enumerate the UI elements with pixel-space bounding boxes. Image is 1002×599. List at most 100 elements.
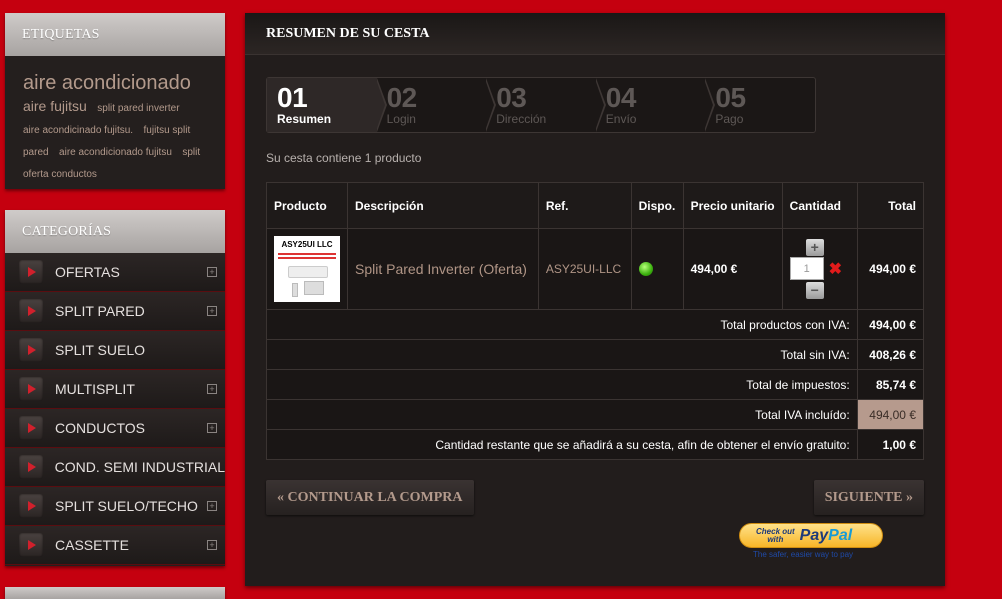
step-arrow-icon <box>375 78 387 132</box>
availability-cell <box>630 228 684 310</box>
product-image[interactable]: ASY25UI LLC <box>274 236 340 302</box>
step-number: 02 <box>386 82 418 113</box>
next-step-button[interactable]: SIGUIENTE » <box>813 480 924 515</box>
quantity-input[interactable] <box>789 257 824 280</box>
paypal-logo-pal: Pal <box>828 526 853 544</box>
paypal-logo-pay: Pay <box>799 526 829 544</box>
expand-plus-icon[interactable]: + <box>207 501 217 511</box>
step-label: Login <box>386 112 416 126</box>
cart-count-text: Su cesta contiene 1 producto <box>266 151 422 165</box>
totals-value: 408,26 € <box>856 339 925 370</box>
play-bullet-icon <box>19 338 43 362</box>
grand-total-value: 494,00 € <box>856 399 925 430</box>
continue-shopping-button[interactable]: « CONTINUAR LA COMPRA <box>266 480 474 515</box>
category-label: OFERTAS <box>55 264 120 280</box>
category-item-split-pared[interactable]: SPLIT PARED + <box>5 292 225 331</box>
step-pago[interactable]: 05 Pago <box>705 78 815 132</box>
category-item-cassette[interactable]: CASSETTE + <box>5 526 225 565</box>
tag-link[interactable]: split pared inverter <box>97 103 179 114</box>
paypal-check-text: Check out with <box>756 527 795 544</box>
play-bullet-icon <box>19 260 43 284</box>
col-header-ref: Ref. <box>537 182 632 229</box>
col-header-unit-price: Precio unitario <box>682 182 783 229</box>
step-label: Pago <box>715 112 744 126</box>
category-label: SPLIT SUELO <box>55 342 146 358</box>
expand-plus-icon[interactable]: + <box>207 306 217 316</box>
product-description-link[interactable]: Split Pared Inverter (Oferta) <box>347 228 539 310</box>
step-label: Dirección <box>496 112 547 126</box>
step-number: 01 <box>277 82 308 113</box>
category-item-conductos[interactable]: CONDUCTOS + <box>5 409 225 448</box>
play-bullet-icon <box>19 416 43 440</box>
category-label: CONDUCTOS <box>55 420 145 436</box>
categories-title: CATEGORÍAS <box>5 210 225 253</box>
tags-title: ETIQUETAS <box>5 13 225 56</box>
remote-icon <box>292 283 298 297</box>
quantity-decrease-button[interactable]: − <box>805 282 824 299</box>
play-bullet-icon <box>19 455 43 479</box>
category-label: MULTISPLIT <box>55 381 135 397</box>
available-status-icon <box>638 262 653 276</box>
checkout-steps: 01 Resumen 02 Login 03 Dirección 04 Enví… <box>266 77 816 133</box>
col-header-availability: Dispo. <box>630 182 684 229</box>
totals-label: Cantidad restante que se añadirá a su ce… <box>266 429 858 460</box>
tags-block: ETIQUETAS aire acondicionado aire fujits… <box>5 13 225 189</box>
col-header-quantity: Cantidad <box>781 182 858 229</box>
category-list: OFERTAS + SPLIT PARED + SPLIT SUELO MULT… <box>5 253 225 565</box>
product-image-caption: ASY25UI LLC <box>281 240 333 249</box>
tag-link[interactable]: aire acondicinado fujitsu. <box>23 125 133 136</box>
category-label: COND. SEMI INDUSTRIAL <box>54 459 225 475</box>
step-envio[interactable]: 04 Envío <box>596 78 716 132</box>
quantity-increase-button[interactable]: + <box>805 239 824 256</box>
totals-label: Total productos con IVA: <box>266 309 858 340</box>
expand-plus-icon[interactable]: + <box>207 423 217 433</box>
totals-row: Total productos con IVA: 494,00 € <box>266 309 925 340</box>
category-item-split-suelo-techo[interactable]: SPLIT SUELO/TECHO + <box>5 487 225 526</box>
paypal-checkout-button[interactable]: Check out with PayPal <box>739 523 883 548</box>
paypal-tagline: The safer, easier way to pay <box>753 550 854 559</box>
line-total: 494,00 € <box>856 228 925 310</box>
play-bullet-icon <box>19 299 43 323</box>
table-header-row: Producto Descripción Ref. Dispo. Precio … <box>266 182 925 229</box>
category-label: CASSETTE <box>55 537 129 553</box>
ac-unit-icon <box>288 266 328 278</box>
totals-label: Total de impuestos: <box>266 369 858 400</box>
tag-link[interactable]: aire acondicionado fujitsu <box>59 147 172 158</box>
category-item-cond-semi-industrial[interactable]: COND. SEMI INDUSTRIAL <box>5 448 225 487</box>
step-login[interactable]: 02 Login <box>377 78 497 132</box>
step-resumen[interactable]: 01 Resumen <box>267 78 387 132</box>
expand-plus-icon[interactable]: + <box>207 384 217 394</box>
tag-cloud: aire acondicionado aire fujitsu split pa… <box>5 56 225 185</box>
category-item-ofertas[interactable]: OFERTAS + <box>5 253 225 292</box>
col-header-description: Descripción <box>347 182 539 229</box>
delete-icon[interactable]: ✖ <box>829 259 842 279</box>
expand-plus-icon[interactable]: + <box>207 267 217 277</box>
category-label: SPLIT PARED <box>55 303 145 319</box>
categories-block: CATEGORÍAS OFERTAS + SPLIT PARED + SPLIT… <box>5 210 225 566</box>
totals-label: Total IVA incluído: <box>266 399 858 430</box>
tag-link[interactable]: aire acondicionado <box>23 70 191 96</box>
quantity-cell: + − ✖ <box>781 228 858 310</box>
step-number: 04 <box>605 82 637 113</box>
quantity-stepper: + − ✖ <box>789 239 850 299</box>
play-bullet-icon <box>19 494 43 518</box>
col-header-product: Producto <box>266 182 348 229</box>
totals-value: 1,00 € <box>856 429 925 460</box>
totals-label: Total sin IVA: <box>266 339 858 370</box>
totals-value: 494,00 € <box>856 309 925 340</box>
step-label: Resumen <box>277 112 332 126</box>
table-row: ASY25UI LLC Split Pared Inverter (Oferta… <box>266 228 925 310</box>
cart-panel: RESUMEN DE SU CESTA 01 Resumen 02 Login … <box>245 13 945 586</box>
unit-price: 494,00 € <box>682 228 783 310</box>
step-label: Envío <box>605 112 637 126</box>
cart-table: Producto Descripción Ref. Dispo. Precio … <box>266 182 925 460</box>
category-item-multisplit[interactable]: MULTISPLIT + <box>5 370 225 409</box>
step-arrow-icon <box>594 78 606 132</box>
expand-plus-icon[interactable]: + <box>207 540 217 550</box>
totals-row: Cantidad restante que se añadirá a su ce… <box>266 429 925 460</box>
category-item-split-suelo[interactable]: SPLIT SUELO <box>5 331 225 370</box>
step-direccion[interactable]: 03 Dirección <box>486 78 606 132</box>
product-ref: ASY25UI-LLC <box>537 228 632 310</box>
tag-link[interactable]: aire fujitsu <box>23 98 87 114</box>
step-arrow-icon <box>485 78 497 132</box>
